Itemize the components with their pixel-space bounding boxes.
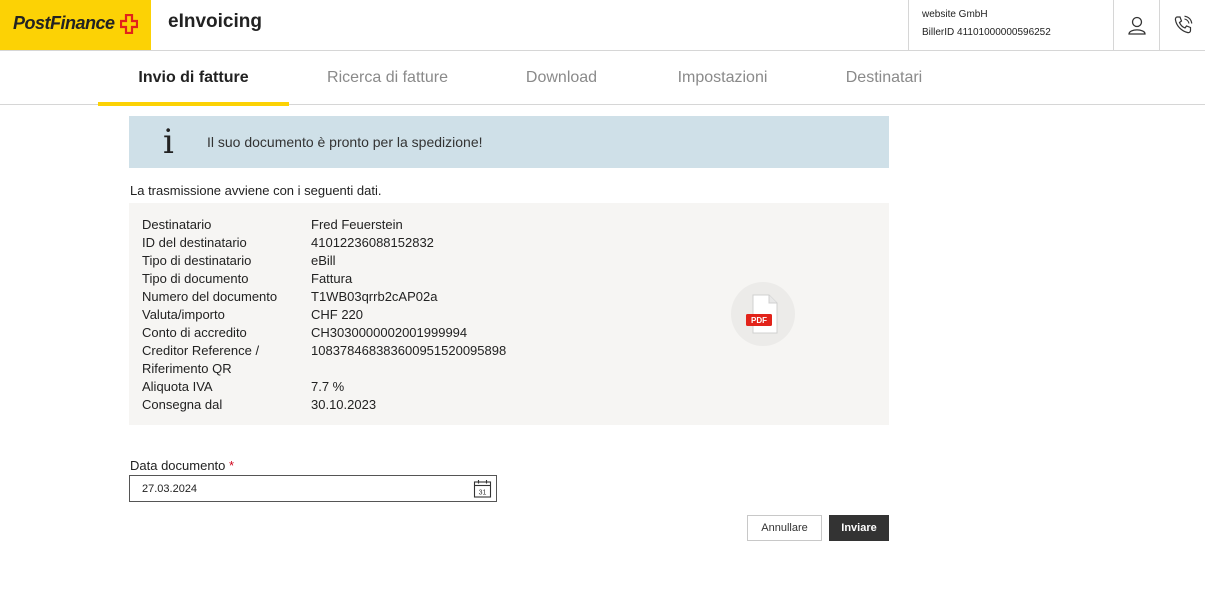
tab-invio-di-fatture[interactable]: Invio di fatture (98, 51, 289, 106)
info-icon: i (163, 122, 174, 162)
pdf-preview[interactable]: PDF (731, 282, 795, 346)
detail-value: CH3030000002001999994 (311, 325, 468, 340)
detail-value: eBill (311, 253, 336, 268)
date-label-text: Data documento (130, 458, 226, 473)
detail-label: Aliquota IVA (142, 379, 213, 394)
biller-id: BillerID 41101000000596252 (922, 27, 1051, 38)
intro-text: La trasmissione avviene con i seguenti d… (130, 183, 382, 198)
send-button[interactable]: Inviare (829, 515, 889, 541)
info-banner: i Il suo documento è pronto per la spedi… (129, 116, 889, 168)
detail-label: Tipo di destinatario (142, 253, 252, 268)
tab-ricerca-di-fatture[interactable]: Ricerca di fatture (310, 51, 465, 105)
tab-download[interactable]: Download (505, 51, 618, 105)
detail-label: Tipo di documento (142, 271, 249, 286)
detail-label: Numero del documento (142, 289, 278, 304)
detail-value: 41012236088152832 (311, 235, 434, 250)
pdf-badge: PDF (751, 316, 767, 325)
tab-destinatari[interactable]: Destinatari (825, 51, 943, 105)
contact-button[interactable] (1159, 0, 1205, 50)
transmission-details: Destinatario Fred Feuerstein ID del dest… (129, 203, 889, 425)
cancel-button[interactable]: Annullare (747, 515, 822, 541)
detail-value: 7.7 % (311, 379, 345, 394)
app-header: PostFinance eInvoicing website GmbH Bill… (0, 0, 1205, 51)
detail-value: 10837846838360095152009589​8 (311, 343, 507, 358)
detail-label: Creditor Reference / Riferimento QR (142, 343, 260, 376)
detail-value: 30.10.2023 (311, 397, 377, 412)
postfinance-logo[interactable]: PostFinance (0, 0, 151, 50)
detail-label: ID del destinatario (142, 235, 247, 250)
detail-label: Conto di accredito (142, 325, 247, 340)
required-marker: * (229, 458, 235, 473)
calendar-icon[interactable]: 31 (473, 479, 492, 498)
phone-icon (1174, 15, 1192, 34)
detail-label: Valuta/importo (142, 307, 225, 322)
detail-label: Consegna dal (142, 397, 223, 412)
detail-value: Fred Feuerstein (311, 217, 403, 232)
calendar-day: 31 (479, 490, 487, 497)
swiss-cross-icon (120, 14, 138, 34)
app-title: eInvoicing (168, 11, 262, 32)
detail-value: T1WB03qrrb2cAP02a (311, 289, 438, 304)
user-menu-button[interactable] (1113, 0, 1159, 50)
tab-impostazioni[interactable]: Impostazioni (655, 51, 790, 105)
detail-value: CHF 220 (311, 307, 364, 322)
user-icon (1127, 16, 1146, 35)
date-field-label: Data documento * (130, 458, 234, 473)
main-navigation: Invio di fatture Ricerca di fatture Down… (0, 51, 1205, 106)
company-name: website GmbH (922, 9, 988, 20)
document-date-input[interactable] (129, 475, 497, 502)
detail-label: Destinatario (142, 217, 212, 232)
brand-name: PostFinance (13, 13, 115, 33)
pdf-file-icon: PDF (746, 294, 778, 334)
detail-value: Fattura (311, 271, 353, 286)
banner-message: Il suo documento è pronto per la spedizi… (207, 134, 483, 150)
account-info: website GmbH BillerID 41101000000596252 (908, 0, 1113, 50)
